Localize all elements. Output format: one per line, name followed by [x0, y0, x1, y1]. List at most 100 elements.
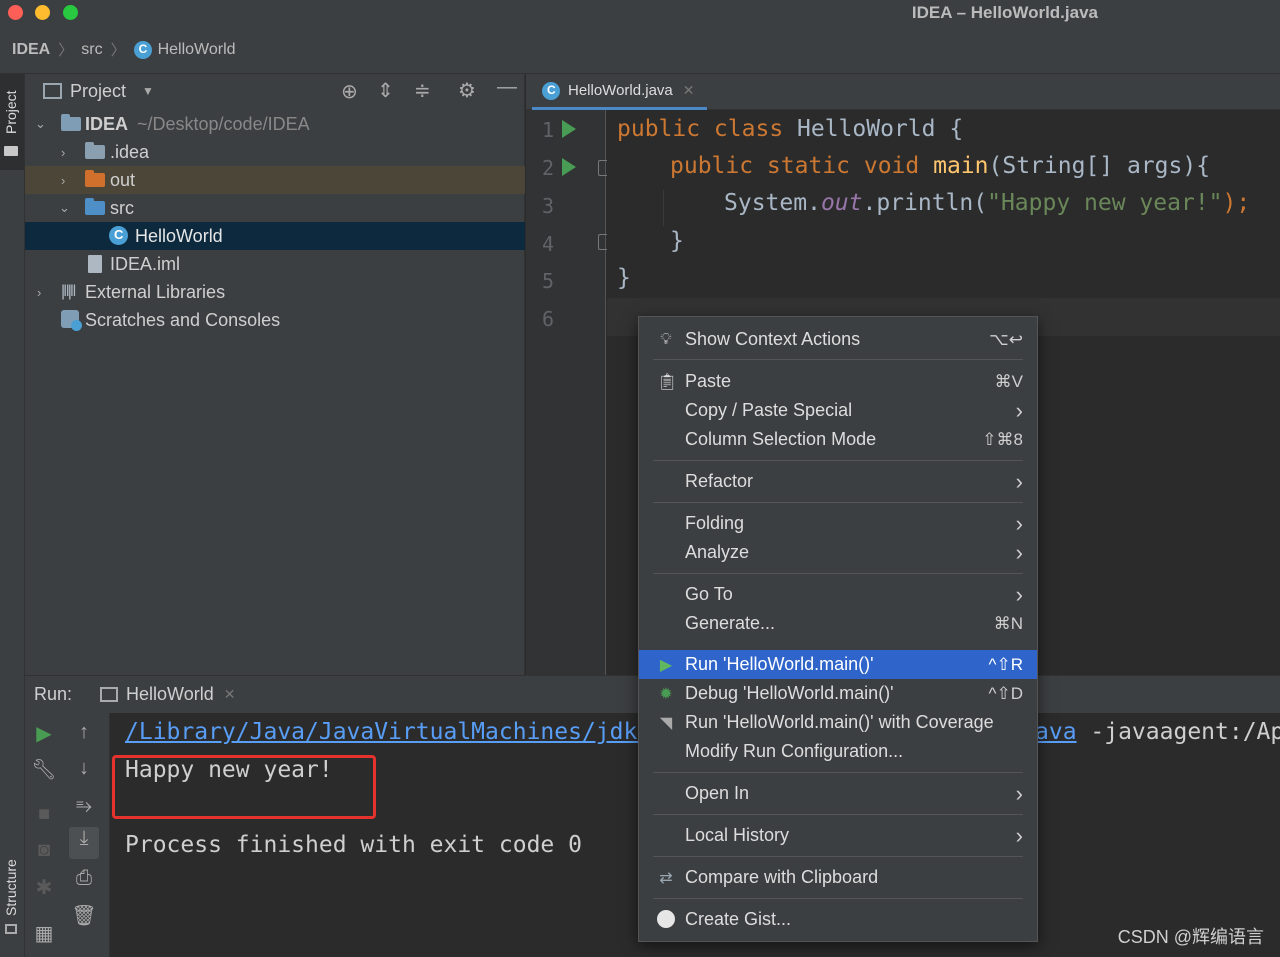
menu-item-label: Local History: [685, 825, 790, 845]
console-command-tail: ava -javaagent:/App: [1035, 719, 1280, 745]
soft-wrap-icon[interactable]: ⥱: [71, 795, 97, 818]
dropdown-arrow-icon[interactable]: ▼: [142, 84, 154, 98]
code-line-4: }: [670, 228, 684, 254]
line-number: 6: [541, 307, 554, 331]
scroll-to-end-icon[interactable]: ⤓: [69, 827, 99, 859]
tree-item-label: out: [110, 169, 136, 190]
breadcrumb-project[interactable]: IDEA: [12, 41, 50, 59]
tree-item-label: IDEA: [85, 113, 129, 134]
menu-item-show-context-actions[interactable]: 💡︎ Show Context Actions ⌥↩: [639, 325, 1037, 354]
tree-item-idea-root[interactable]: ⌄ IDEA ~/Desktop/code/IDEA: [25, 110, 525, 138]
arrow-down-icon[interactable]: ↓: [71, 757, 97, 780]
menu-separator: [653, 772, 1023, 773]
tree-item-external-libraries[interactable]: › |‖|‖ External Libraries: [25, 278, 525, 306]
project-tool-window-button[interactable]: Project: [0, 74, 24, 170]
menu-item-refactor[interactable]: Refactor: [639, 467, 1037, 496]
menu-item-local-history[interactable]: Local History: [639, 821, 1037, 850]
camera-icon[interactable]: ◙: [31, 839, 57, 862]
hide-panel-icon[interactable]: —: [497, 76, 517, 99]
menu-item-label: Folding: [685, 513, 745, 533]
rerun-icon[interactable]: ▶: [31, 721, 57, 746]
run-tab[interactable]: HelloWorld ✕: [100, 684, 235, 705]
editor-tab-bar: C HelloWorld.java ✕: [526, 74, 1280, 110]
breadcrumb: IDEA 〉 src 〉 C HelloWorld: [0, 26, 1280, 74]
expand-all-icon[interactable]: ⇕: [377, 78, 394, 103]
line-number: 1: [541, 118, 554, 142]
java-class-icon: C: [109, 226, 128, 245]
close-icon[interactable]: ✕: [224, 686, 236, 703]
java-link[interactable]: ava: [1035, 719, 1077, 745]
menu-item-label: Run 'HelloWorld.main()' with Coverage: [685, 712, 994, 732]
gear-icon[interactable]: ⚙: [458, 78, 476, 103]
menu-item-analyze[interactable]: Analyze: [639, 538, 1037, 567]
code-line-3: System.out.println("Happy new year!");: [724, 190, 1251, 216]
trash-icon[interactable]: 🗑︎: [71, 903, 97, 928]
tab-helloworld-java[interactable]: C HelloWorld.java ✕: [532, 74, 707, 110]
clipboard-icon: 📋︎: [657, 373, 678, 391]
indent-guide: [663, 190, 664, 226]
project-view-selector[interactable]: Project: [70, 81, 126, 102]
menu-item-label: Copy / Paste Special: [685, 400, 853, 420]
tree-item-out-folder[interactable]: › out: [25, 166, 525, 194]
chevron-right-icon: 〉: [110, 42, 126, 59]
coverage-icon: ◥: [659, 714, 673, 732]
tree-item-idea-folder[interactable]: › .idea: [25, 138, 525, 166]
collapse-all-icon[interactable]: ≑: [414, 78, 431, 103]
menu-item-run[interactable]: ▶ Run 'HelloWorld.main()' ^⇧R: [639, 650, 1037, 679]
minimize-window-button[interactable]: [35, 5, 50, 20]
tree-item-helloworld[interactable]: C HelloWorld: [25, 222, 525, 250]
breadcrumb-class[interactable]: HelloWorld: [158, 41, 236, 59]
chevron-right-icon: 〉: [58, 42, 74, 59]
editor-gutter: 1 2 3 4 5 6: [526, 110, 612, 675]
menu-item-column-selection[interactable]: Column Selection Mode ⇧⌘8: [639, 425, 1037, 454]
menu-item-open-in[interactable]: Open In: [639, 779, 1037, 808]
run-label: Run:: [34, 684, 73, 704]
menu-item-shortcut: ⌘V: [994, 371, 1023, 391]
tree-item-src-folder[interactable]: ⌄ src: [25, 194, 525, 222]
line-number: 3: [541, 194, 554, 218]
menu-item-copy-paste-special[interactable]: Copy / Paste Special: [639, 396, 1037, 425]
line-number: 4: [541, 232, 554, 256]
zoom-window-button[interactable]: [63, 5, 78, 20]
source-folder-icon: [85, 198, 105, 215]
menu-item-create-gist[interactable]: Create Gist...: [639, 905, 1037, 934]
chevron-down-icon: ⌄: [59, 200, 70, 215]
chevron-down-icon: ⌄: [35, 116, 46, 131]
menu-item-compare-clipboard[interactable]: ⇄ Compare with Clipboard: [639, 863, 1037, 892]
menu-item-label: Modify Run Configuration...: [685, 741, 904, 761]
menu-item-paste[interactable]: 📋︎ Paste ⌘V: [639, 367, 1037, 396]
layout-icon[interactable]: ▦: [31, 921, 57, 946]
menu-item-debug[interactable]: ✹ Debug 'HelloWorld.main()' ^⇧D: [639, 679, 1037, 708]
menu-item-go-to[interactable]: Go To: [639, 580, 1037, 609]
locate-icon[interactable]: ⊕: [341, 79, 358, 104]
menu-item-run-coverage[interactable]: ◥ Run 'HelloWorld.main()' with Coverage: [639, 708, 1037, 737]
run-gutter-icon[interactable]: [562, 120, 576, 138]
menu-item-generate[interactable]: Generate... ⌘N: [639, 609, 1037, 638]
structure-icon: [5, 924, 17, 934]
run-gutter-icon[interactable]: [562, 158, 576, 176]
menu-item-folding[interactable]: Folding: [639, 509, 1037, 538]
tree-item-scratches[interactable]: Scratches and Consoles: [25, 306, 525, 334]
debug-settings-icon[interactable]: ✱: [31, 875, 57, 900]
structure-tool-window-button[interactable]: Structure: [0, 844, 24, 944]
tree-item-label: Scratches and Consoles: [85, 309, 281, 330]
line-number: 5: [541, 269, 554, 293]
breadcrumb-src[interactable]: src: [81, 41, 102, 59]
excluded-folder-icon: [85, 170, 105, 187]
close-icon[interactable]: ✕: [683, 82, 695, 99]
stop-icon[interactable]: ■: [31, 803, 57, 826]
wrench-icon[interactable]: 🔧︎: [31, 757, 57, 782]
print-icon[interactable]: ⎙: [71, 867, 97, 890]
jdk-path-link[interactable]: /Library/Java/JavaVirtualMachines/jdk-1: [125, 719, 665, 745]
menu-item-label: Open In: [685, 783, 750, 803]
context-menu: 💡︎ Show Context Actions ⌥↩ 📋︎ Paste ⌘V C…: [638, 316, 1038, 942]
menu-item-label: Column Selection Mode: [685, 429, 877, 449]
menu-item-modify-run-config[interactable]: Modify Run Configuration...: [639, 737, 1037, 766]
tree-item-iml[interactable]: IDEA.iml: [25, 250, 525, 278]
arrow-up-icon[interactable]: ↑: [71, 721, 97, 744]
close-window-button[interactable]: [8, 5, 23, 20]
chevron-right-icon: ›: [37, 284, 42, 300]
menu-item-shortcut: ^⇧R: [988, 654, 1024, 674]
menu-separator: [653, 460, 1023, 461]
chevron-right-icon: [1016, 582, 1023, 608]
